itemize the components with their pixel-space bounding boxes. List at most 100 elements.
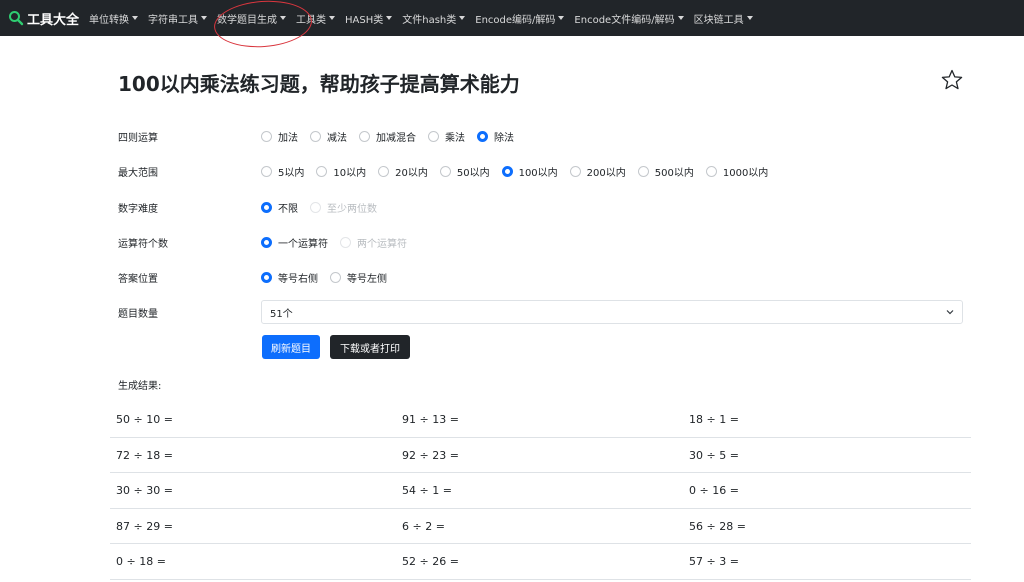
- radio-unchecked-icon[interactable]: [705, 165, 717, 177]
- radio-checked-icon[interactable]: [477, 130, 488, 142]
- brand-link[interactable]: 工具大全: [8, 0, 79, 36]
- nav-item-1[interactable]: 字符串工具: [148, 0, 208, 36]
- option-label: 500以内: [654, 167, 694, 179]
- problem-cell: 30 ÷ 30 =: [116, 484, 173, 497]
- count-label: 题目数量: [118, 308, 158, 320]
- download-print-button[interactable]: 下载或者打印: [330, 335, 410, 359]
- results-label: 生成结果:: [118, 381, 162, 392]
- radio-unchecked-icon[interactable]: [569, 165, 581, 177]
- caret-down-icon: [280, 16, 287, 20]
- radio-unchecked-icon[interactable]: [330, 271, 341, 283]
- nav-item-2[interactable]: 数学题目生成: [217, 0, 287, 36]
- range-option[interactable]: 50以内: [439, 164, 490, 179]
- radio-checked-icon[interactable]: [261, 201, 272, 213]
- nav-item-8[interactable]: 区块链工具: [694, 0, 753, 36]
- option-label: 两个运算符: [357, 238, 407, 250]
- nav-item-label: 文件hash类: [402, 14, 457, 26]
- option-label: 10以内: [333, 167, 367, 179]
- option-label: 加减混合: [376, 132, 416, 144]
- range-option[interactable]: 10以内: [316, 164, 366, 179]
- nav-item-label: 字符串工具: [148, 14, 199, 26]
- nav-item-label: Encode文件编码/解码: [574, 14, 675, 26]
- radio-unchecked-icon: [340, 236, 351, 248]
- option-label: 等号左侧: [347, 273, 387, 285]
- radio-unchecked-icon[interactable]: [378, 165, 390, 177]
- option-label: 除法: [494, 132, 514, 144]
- difficulty-row: 数字难度 不限 至少两位数: [118, 196, 968, 218]
- radio-checked-icon[interactable]: [501, 165, 513, 177]
- option-label: 等号右侧: [278, 273, 318, 285]
- range-option[interactable]: 20以内: [378, 164, 428, 179]
- nav-item-label: 工具类: [296, 14, 327, 26]
- problem-cell: 0 ÷ 16 =: [689, 484, 739, 497]
- radio-unchecked-icon[interactable]: [637, 165, 649, 177]
- caret-down-icon: [329, 16, 336, 20]
- radio-checked-icon[interactable]: [261, 271, 272, 283]
- problem-cell: 87 ÷ 29 =: [116, 519, 173, 533]
- answer-position-label: 答案位置: [118, 273, 158, 285]
- problem-cell: 91 ÷ 13 =: [402, 413, 459, 426]
- range-option[interactable]: 200以内: [569, 164, 626, 179]
- refresh-questions-button[interactable]: 刷新题目: [262, 335, 320, 359]
- table-row: 30 ÷ 30 = 54 ÷ 1 = 0 ÷ 16 =: [110, 473, 971, 509]
- option-label: 不限: [278, 203, 298, 215]
- problem-cell: 50 ÷ 10 =: [116, 413, 173, 426]
- radio-checked-icon[interactable]: [261, 236, 272, 248]
- option-label: 5以内: [278, 167, 305, 179]
- nav-item-5[interactable]: 文件hash类: [402, 0, 466, 36]
- range-option[interactable]: 5以内: [261, 164, 304, 179]
- nav-item-label: 区块链工具: [693, 14, 744, 26]
- problem-cell: 92 ÷ 23 =: [402, 448, 459, 462]
- nav-item-label: 数学题目生成: [217, 14, 278, 26]
- operation-option[interactable]: 减法: [310, 129, 347, 144]
- nav-item-3[interactable]: 工具类: [296, 0, 336, 36]
- range-row: 最大范围 5以内 10以内 20以内 50以内 100以内 200以内 500以内 1000以…: [118, 160, 968, 182]
- caret-down-icon: [459, 16, 466, 20]
- range-label: 最大范围: [118, 167, 158, 179]
- radio-unchecked-icon[interactable]: [261, 130, 272, 142]
- operation-option[interactable]: 加减混合: [359, 129, 416, 144]
- table-row: 0 ÷ 18 = 52 ÷ 26 = 57 ÷ 3 =: [110, 544, 971, 580]
- radio-unchecked-icon[interactable]: [428, 130, 439, 142]
- radio-unchecked-icon[interactable]: [316, 165, 328, 177]
- page-title: 100以内乘法练习题，帮助孩子提高算术能力: [118, 72, 520, 96]
- range-option[interactable]: 100以内: [501, 164, 558, 179]
- operation-option[interactable]: 乘法: [428, 129, 465, 144]
- nav-item-6[interactable]: Encode编码/解码: [475, 0, 565, 36]
- question-count-select[interactable]: 51个: [261, 300, 963, 324]
- operation-options: 加法 减法 加减混合 乘法 除法: [261, 129, 526, 144]
- answer-position-option[interactable]: 等号左侧: [330, 270, 387, 285]
- operators-options: 一个运算符 两个运算符: [261, 235, 419, 250]
- difficulty-option[interactable]: 不限: [261, 200, 298, 215]
- star-outline-icon[interactable]: [940, 68, 964, 92]
- operators-option[interactable]: 一个运算符: [261, 235, 328, 250]
- operation-label: 四则运算: [118, 132, 158, 144]
- radio-unchecked-icon[interactable]: [359, 130, 370, 142]
- problem-cell: 54 ÷ 1 =: [402, 484, 452, 497]
- option-label: 1000以内: [722, 167, 769, 179]
- range-option[interactable]: 1000以内: [705, 164, 769, 179]
- option-label: 100以内: [518, 167, 558, 179]
- nav-item-0[interactable]: 单位转换: [89, 0, 139, 36]
- answer-position-option[interactable]: 等号右侧: [261, 270, 318, 285]
- problem-cell: 18 ÷ 1 =: [689, 413, 739, 426]
- radio-unchecked-icon[interactable]: [439, 165, 451, 177]
- operation-row: 四则运算 加法 减法 加减混合 乘法 除法: [118, 125, 968, 147]
- operators-option: 两个运算符: [340, 235, 407, 250]
- problem-cell: 56 ÷ 28 =: [689, 519, 746, 533]
- answer-position-options: 等号右侧 等号左侧: [261, 270, 399, 285]
- option-label: 20以内: [395, 167, 428, 179]
- nav-item-4[interactable]: HASH类: [345, 0, 393, 36]
- caret-down-icon: [677, 16, 684, 20]
- nav-item-7[interactable]: Encode文件编码/解码: [574, 0, 684, 36]
- caret-down-icon: [386, 16, 393, 20]
- radio-unchecked-icon[interactable]: [261, 165, 272, 177]
- radio-unchecked-icon[interactable]: [310, 130, 321, 142]
- operation-option[interactable]: 加法: [261, 129, 298, 144]
- problem-cell: 72 ÷ 18 =: [116, 448, 173, 462]
- operation-option[interactable]: 除法: [477, 129, 514, 144]
- option-label: 一个运算符: [278, 238, 328, 250]
- nav-item-label: Encode编码/解码: [475, 14, 556, 26]
- chevron-down-icon: [946, 310, 954, 315]
- range-option[interactable]: 500以内: [637, 164, 694, 179]
